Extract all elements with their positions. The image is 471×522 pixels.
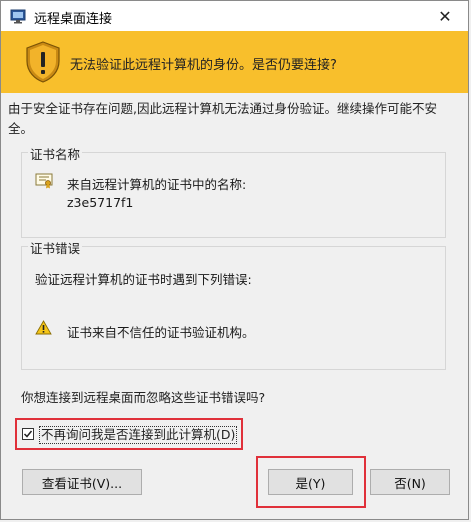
certificate-icon <box>35 173 53 189</box>
window-title: 远程桌面连接 <box>34 12 113 27</box>
cert-name-group: 证书名称 来自远程计算机的证书中的名称: z3e5717f1 <box>21 144 446 238</box>
cert-error-group: 证书错误 验证远程计算机的证书时遇到下列错误: 证书来自不信任的证书验证机构。 <box>21 238 446 370</box>
cert-error-intro: 验证远程计算机的证书时遇到下列错误: <box>35 272 252 287</box>
warning-banner: 无法验证此远程计算机的身份。是否仍要连接? <box>1 31 468 93</box>
cert-error-legend: 证书错误 <box>28 238 83 257</box>
banner-message: 无法验证此远程计算机的身份。是否仍要连接? <box>70 58 337 73</box>
warning-triangle-icon <box>35 320 52 335</box>
dont-ask-checkbox-label[interactable]: 不再询问我是否连接到此计算机(D) <box>39 426 238 444</box>
cert-error-item: 证书来自不信任的证书验证机构。 <box>67 325 255 340</box>
warning-shield-icon <box>26 41 60 83</box>
rdp-dialog-window: 远程桌面连接 ✕ 无法验证此远程计算机的身份。是否仍要连接? 由于安全证书存在问… <box>0 0 469 520</box>
close-icon: ✕ <box>438 6 452 26</box>
cert-name-value: z3e5717f1 <box>67 195 134 210</box>
cert-name-legend: 证书名称 <box>28 144 83 163</box>
yes-button[interactable]: 是(Y) <box>268 469 353 495</box>
checkmark-icon <box>23 430 33 438</box>
description-text: 由于安全证书存在问题,因此远程计算机无法通过身份验证。继续操作可能不安全。 <box>8 101 437 136</box>
question-text: 你想连接到远程桌面而忽略这些证书错误吗? <box>21 390 266 405</box>
view-certificate-button[interactable]: 查看证书(V)... <box>22 469 142 495</box>
no-button[interactable]: 否(N) <box>370 469 450 495</box>
remote-desktop-icon <box>10 9 26 24</box>
cert-name-label: 来自远程计算机的证书中的名称: <box>67 177 247 192</box>
title-bar: 远程桌面连接 ✕ <box>1 1 468 31</box>
close-button[interactable]: ✕ <box>422 1 468 31</box>
dont-ask-checkbox[interactable] <box>22 428 34 440</box>
dont-ask-checkbox-highlight: 不再询问我是否连接到此计算机(D) <box>15 418 243 450</box>
